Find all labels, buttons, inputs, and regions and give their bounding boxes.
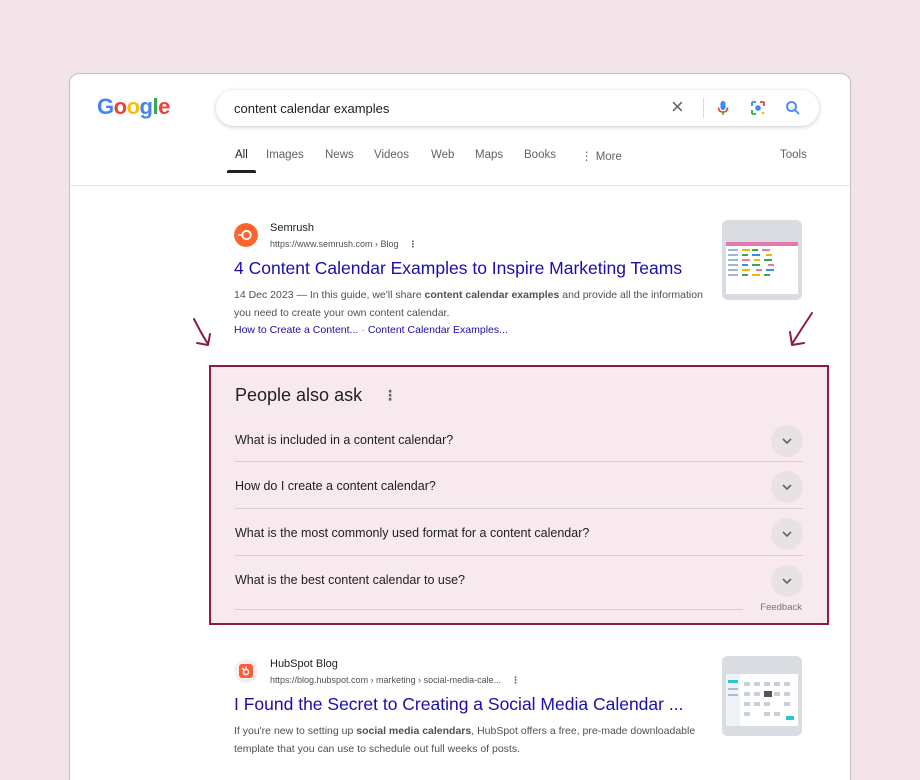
result-site-name: HubSpot Blog	[270, 658, 338, 670]
chevron-down-icon[interactable]	[771, 565, 803, 597]
search-box[interactable]: content calendar examples ×	[216, 90, 819, 126]
search-icon[interactable]	[783, 98, 803, 118]
snippet-bold: content calendar examples	[424, 289, 560, 301]
paa-question[interactable]: How do I create a content calendar?	[235, 463, 803, 510]
result-snippet: If you're new to setting up social media…	[234, 722, 704, 758]
tab-more[interactable]: ⋮ More	[581, 149, 622, 163]
result-url[interactable]: https://www.semrush.com › Blog ⋮	[270, 239, 418, 250]
logo-letter: e	[158, 94, 170, 119]
search-tabs: All Images News Videos Web Maps Books ⋮ …	[225, 149, 815, 173]
snippet-bold: social media calendars	[356, 725, 472, 737]
paa-question-text: How do I create a content calendar?	[235, 479, 436, 493]
paa-divider	[235, 461, 803, 462]
feedback-link[interactable]: Feedback	[760, 602, 802, 613]
paa-divider	[235, 555, 803, 556]
tab-videos[interactable]: Videos	[374, 149, 409, 161]
logo-letter: o	[113, 94, 127, 119]
chevron-down-icon[interactable]	[771, 518, 803, 550]
calendar-thumbnail-image	[722, 656, 802, 736]
tab-web[interactable]: Web	[431, 149, 454, 161]
logo-letter: o	[126, 94, 140, 119]
chevron-down-icon[interactable]	[771, 471, 803, 503]
more-options-icon[interactable]: ⋮	[409, 239, 418, 249]
tab-news[interactable]: News	[325, 149, 354, 161]
semrush-favicon-icon	[234, 223, 258, 247]
tab-maps[interactable]: Maps	[475, 149, 503, 161]
snippet-text: If you're new to setting up	[234, 725, 357, 737]
tab-images[interactable]: Images	[266, 149, 304, 161]
paa-divider	[235, 508, 803, 509]
close-icon[interactable]: ×	[671, 96, 684, 118]
search-result: HubSpot Blog https://blog.hubspot.com › …	[234, 656, 704, 766]
sitelink[interactable]: How to Create a Content...	[234, 324, 358, 336]
people-also-ask-box: People also ask ⋮ What is included in a …	[209, 365, 829, 625]
result-title-link[interactable]: 4 Content Calendar Examples to Inspire M…	[234, 258, 682, 279]
result-thumbnail[interactable]	[722, 220, 802, 300]
paa-question-text: What is the best content calendar to use…	[235, 573, 465, 587]
sitelink-separator: ·	[361, 324, 365, 336]
result-site-name: Semrush	[270, 222, 315, 234]
paa-question[interactable]: What is included in a content calendar?	[235, 417, 803, 464]
paa-question[interactable]: What is the most commonly used format fo…	[235, 510, 803, 557]
annotation-arrow-right	[789, 312, 813, 346]
paa-question-text: What is included in a content calendar?	[235, 433, 454, 447]
search-input[interactable]: content calendar examples	[234, 101, 389, 116]
paa-divider	[235, 609, 743, 610]
tab-books[interactable]: Books	[524, 149, 556, 161]
paa-question-text: What is the most commonly used format fo…	[235, 526, 590, 540]
chevron-down-icon[interactable]	[771, 425, 803, 457]
tools-button[interactable]: Tools	[780, 149, 807, 161]
logo-letter: G	[97, 94, 114, 119]
result-sitelinks: How to Create a Content... · Content Calen…	[234, 324, 508, 336]
logo-letter: g	[139, 94, 153, 119]
search-result: Semrush https://www.semrush.com › Blog ⋮ …	[234, 220, 704, 350]
lens-icon[interactable]	[748, 98, 768, 118]
hubspot-favicon-icon	[234, 659, 258, 683]
snippet-text: 14 Dec 2023 — In this guide, we'll share	[234, 289, 425, 301]
people-also-ask-title: People also ask	[235, 385, 363, 405]
more-options-icon[interactable]: ⋮	[511, 675, 520, 685]
paa-question[interactable]: What is the best content calendar to use…	[235, 557, 803, 604]
result-snippet: 14 Dec 2023 — In this guide, we'll share…	[234, 286, 704, 322]
more-options-icon[interactable]: ⋮	[383, 387, 397, 404]
tabs-divider	[70, 185, 850, 186]
browser-window: Google content calendar examples × All I…	[69, 73, 851, 780]
mic-icon[interactable]	[713, 98, 733, 118]
spreadsheet-thumbnail-image	[722, 220, 802, 300]
tab-all[interactable]: All	[227, 149, 256, 173]
result-url[interactable]: https://blog.hubspot.com › marketing › s…	[270, 675, 520, 686]
google-logo[interactable]: Google	[97, 94, 170, 120]
result-thumbnail[interactable]	[722, 656, 802, 736]
sitelink[interactable]: Content Calendar Examples...	[368, 324, 508, 336]
search-divider	[703, 98, 704, 118]
result-title-link[interactable]: I Found the Secret to Creating a Social …	[234, 694, 683, 715]
result-url-text: https://www.semrush.com › Blog	[270, 239, 399, 249]
annotation-arrow-left	[193, 318, 211, 346]
result-url-text: https://blog.hubspot.com › marketing › s…	[270, 675, 502, 685]
